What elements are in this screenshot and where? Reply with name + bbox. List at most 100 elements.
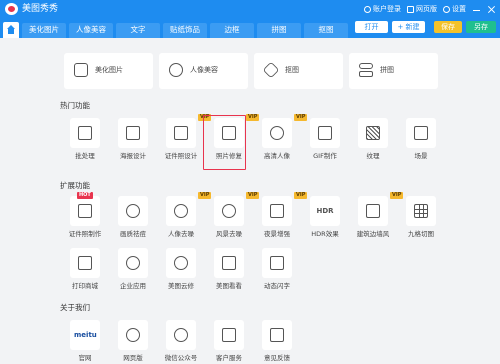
portrait-card-label: 人像美容 bbox=[190, 66, 218, 74]
settings-label: 设置 bbox=[452, 5, 466, 13]
tab-frames[interactable]: 边框 bbox=[210, 23, 254, 38]
tab-text[interactable]: 文字 bbox=[116, 23, 160, 38]
poster-icon bbox=[126, 126, 140, 140]
tool-icon-box bbox=[70, 248, 100, 278]
tool-icon-box bbox=[406, 196, 436, 226]
image-icon bbox=[74, 63, 88, 77]
tool-icon-box bbox=[262, 248, 292, 278]
tool-icon-box: VIP bbox=[214, 192, 260, 226]
meitu-logo-icon bbox=[5, 3, 18, 15]
web-version-button[interactable]: 网页版 bbox=[407, 4, 437, 14]
tool-icon-box bbox=[310, 118, 340, 148]
enterprise-icon bbox=[126, 256, 140, 270]
monitor-icon bbox=[407, 5, 414, 13]
tool-icon-box bbox=[262, 320, 292, 350]
collage-icon bbox=[359, 63, 373, 69]
landscape-denoise-icon bbox=[222, 204, 236, 218]
grid-icon bbox=[414, 204, 428, 218]
cutout-card-label: 抠图 bbox=[285, 66, 299, 74]
tool-icon-box: meitu bbox=[70, 320, 100, 350]
section-title-extensions: 扩展功能 bbox=[60, 181, 90, 190]
tool-icon-box bbox=[118, 118, 148, 148]
night-icon bbox=[270, 204, 284, 218]
tool-icon-box bbox=[406, 118, 436, 148]
gif-icon bbox=[318, 126, 332, 140]
tab-portrait[interactable]: 人像美容 bbox=[69, 23, 113, 38]
portrait-card[interactable]: 人像美容 bbox=[159, 53, 248, 89]
phone-icon bbox=[222, 328, 236, 342]
scene-icon bbox=[414, 126, 428, 140]
mail-icon bbox=[270, 328, 284, 342]
minimize-button[interactable] bbox=[472, 5, 481, 14]
collage-card-label: 拼图 bbox=[380, 66, 394, 74]
tool-icon-box bbox=[118, 320, 148, 350]
tab-bar: 美化图片 人像美容 文字 贴纸饰品 边框 拼图 抠图 打开 + 新建 保存 另存 bbox=[0, 18, 500, 38]
texture-icon bbox=[366, 126, 380, 140]
tool-icon-box: HDR bbox=[310, 196, 340, 226]
save-button[interactable]: 保存 bbox=[434, 21, 462, 33]
title-bar: 美图秀秀 账户登录 网页版 设置 bbox=[0, 0, 500, 18]
cutout-card[interactable]: 抠图 bbox=[254, 53, 343, 89]
acne-icon bbox=[126, 204, 140, 218]
photo-repair-icon bbox=[222, 126, 236, 140]
tool-tile[interactable]: 九格切图 bbox=[391, 196, 451, 244]
app-title: 美图秀秀 bbox=[22, 4, 59, 14]
tool-tile[interactable]: 意见反馈 bbox=[247, 320, 307, 364]
tool-icon-box bbox=[214, 248, 244, 278]
account-login-label: 账户登录 bbox=[373, 5, 401, 13]
tool-icon-box: VIP bbox=[214, 114, 260, 148]
tool-label: 九格切图 bbox=[408, 230, 434, 238]
account-login-button[interactable]: 账户登录 bbox=[364, 4, 401, 14]
tool-icon-box: VIP bbox=[358, 192, 404, 226]
building-icon bbox=[366, 204, 380, 218]
tab-cutout[interactable]: 抠图 bbox=[304, 23, 348, 38]
beautify-card-label: 美化图片 bbox=[95, 66, 123, 74]
tool-icon-box: VIP bbox=[166, 114, 212, 148]
tab-stickers[interactable]: 贴纸饰品 bbox=[163, 23, 207, 38]
tool-label: 动态闪字 bbox=[264, 282, 290, 290]
tool-icon-box bbox=[70, 118, 100, 148]
tool-tile[interactable]: 场景 bbox=[391, 118, 451, 166]
denoise-icon bbox=[174, 204, 188, 218]
open-button[interactable]: 打开 bbox=[355, 21, 388, 33]
collage-icon-lower bbox=[359, 71, 373, 77]
tool-icon-box bbox=[166, 320, 196, 350]
hdr-icon: HDR bbox=[316, 207, 334, 215]
viewer-icon bbox=[222, 256, 236, 270]
face-icon bbox=[169, 63, 183, 77]
cutout-icon bbox=[262, 61, 280, 79]
tool-icon-box bbox=[118, 248, 148, 278]
save-as-button[interactable]: 另存 bbox=[466, 21, 496, 33]
tab-beautify[interactable]: 美化图片 bbox=[22, 23, 66, 38]
tool-icon-box: VIP bbox=[166, 192, 212, 226]
tool-tile[interactable]: 动态闪字 bbox=[247, 248, 307, 296]
wechat-icon bbox=[174, 328, 188, 342]
tool-icon-box: VIP bbox=[262, 114, 308, 148]
id-photo-icon bbox=[174, 126, 188, 140]
flash-text-icon bbox=[270, 256, 284, 270]
meitu-logo-icon: meitu bbox=[74, 331, 97, 339]
home-tab[interactable] bbox=[3, 22, 19, 38]
close-button[interactable] bbox=[487, 5, 496, 14]
titlebar-actions: 账户登录 网页版 设置 bbox=[364, 2, 496, 16]
beautify-card[interactable]: 美化图片 bbox=[64, 53, 153, 89]
tab-collage[interactable]: 拼图 bbox=[257, 23, 301, 38]
new-button[interactable]: + 新建 bbox=[392, 21, 425, 33]
section-title-hot: 热门功能 bbox=[60, 101, 90, 110]
print-icon bbox=[78, 256, 92, 270]
tool-icon-box bbox=[214, 320, 244, 350]
web-icon bbox=[126, 328, 140, 342]
collage-card[interactable]: 拼图 bbox=[349, 53, 438, 89]
hot-badge: HOT bbox=[77, 192, 93, 199]
tool-icon-box: VIP bbox=[262, 192, 308, 226]
cloud-icon bbox=[174, 256, 188, 270]
hd-portrait-icon bbox=[270, 126, 284, 140]
section-title-about: 关于我们 bbox=[60, 303, 90, 312]
tool-icon-box bbox=[166, 248, 196, 278]
user-icon bbox=[364, 5, 371, 13]
tool-icon-box bbox=[358, 118, 388, 148]
settings-button[interactable]: 设置 bbox=[443, 4, 466, 14]
batch-icon bbox=[78, 126, 92, 140]
id-camera-icon bbox=[78, 204, 92, 218]
tool-label: 场景 bbox=[414, 152, 428, 160]
